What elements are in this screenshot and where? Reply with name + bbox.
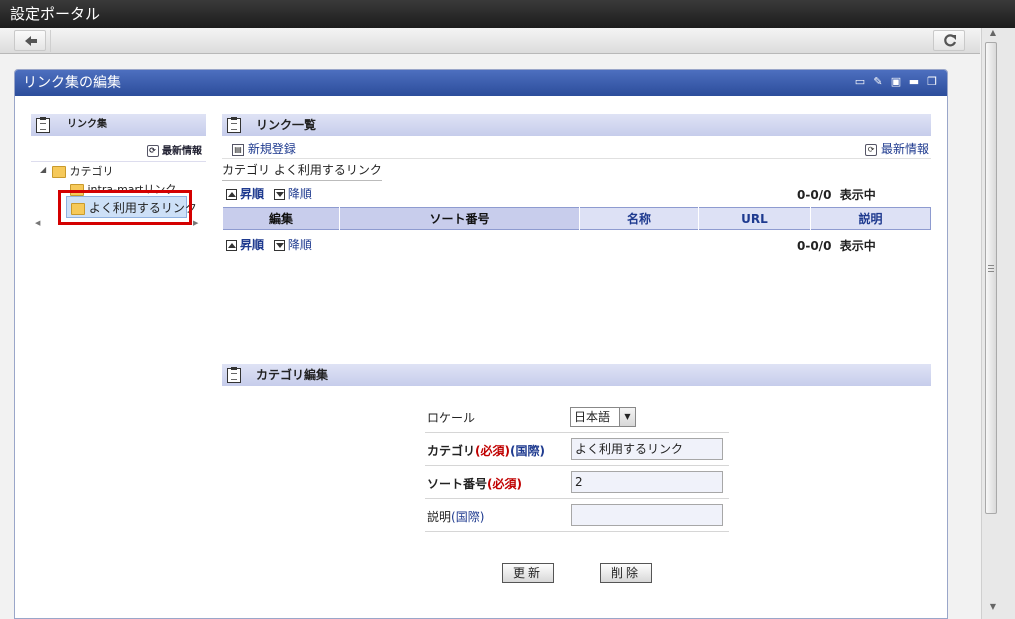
sort-descending-button[interactable]: 降順 [273,187,312,201]
tree-header: リンク集 [31,114,206,136]
sort-controls-bottom: 昇順 降順 [226,236,312,253]
new-entry-label: 新規登録 [247,142,296,156]
scrollbar-thumb[interactable] [985,42,997,514]
tree-toolbar: ⟳ 最新情報 [31,137,206,162]
international-marker[interactable]: (国際) [510,444,545,458]
category-edit-title: カテゴリ編集 [256,368,329,382]
chevron-down-icon: ▼ [619,408,635,426]
sort-number-input[interactable]: 2 [571,471,723,493]
link-table: 編集 ソート番号 名称 URL 説明 [222,207,931,230]
locale-label: ロケール [427,411,476,425]
refresh-icon: ⟳ [146,145,159,157]
portlet-header: リンク集の編集 ▭ ✎ ▣ ▬ ❐ [15,70,947,96]
sort-ascending-button[interactable]: 昇順 [226,187,264,201]
sort-desc-label: 降順 [287,238,312,252]
nav-separator [50,30,51,52]
column-header-description[interactable]: 説明 [810,207,931,230]
form-row-description: 説明(国際) [425,499,729,532]
monitor-icon[interactable]: ▭ [853,75,867,89]
portlet-controls: ▭ ✎ ▣ ▬ ❐ [853,75,939,89]
count-value: 0-0/0 [797,239,832,253]
sort-desc-label: 降順 [287,187,312,201]
sort-up-icon [226,240,237,251]
count-label: 表示中 [839,188,876,202]
required-marker: (必須) [475,444,510,458]
description-label-text: 説明 [427,510,452,524]
portlet-title: リンク集の編集 [23,75,121,91]
scroll-right-arrow-icon[interactable]: ▶ [193,219,198,227]
category-name-input[interactable]: よく利用するリンク [571,438,723,460]
minimize-icon[interactable]: ▬ [907,75,921,89]
breadcrumb: カテゴリ よく利用するリンク [222,161,382,181]
scroll-up-arrow-icon[interactable]: ▲ [986,28,1000,40]
sort-ascending-button[interactable]: 昇順 [226,238,264,252]
column-header-sort-number: ソート番号 [339,207,580,230]
tree-expand-icon[interactable]: ◢ [40,165,46,174]
column-header-url[interactable]: URL [698,207,811,230]
reload-icon [944,34,957,47]
tree-horizontal-scrollbar[interactable]: ◀ ▶ [31,218,202,230]
link-list-title: リンク一覧 [256,118,317,132]
column-header-name[interactable]: 名称 [579,207,699,230]
delete-button[interactable]: 削除 [600,563,652,583]
locale-select[interactable]: 日本語 ▼ [570,407,636,427]
sort-label-text: ソート番号 [427,477,488,491]
back-button[interactable] [14,30,46,51]
sort-down-icon [273,189,285,200]
settings-icon[interactable]: ▣ [889,75,903,89]
column-header-edit: 編集 [222,207,340,230]
category-label: カテゴリ(必須)(国際) [427,442,545,459]
sort-asc-label: 昇順 [240,187,265,201]
latest-info-label: 最新情報 [880,142,929,156]
sort-up-icon [226,189,237,200]
required-marker: (必須) [487,477,522,491]
table-header-row: 編集 ソート番号 名称 URL 説明 [222,207,931,230]
latest-info-link[interactable]: ⟳ 最新情報 [865,140,929,157]
refresh-icon: ⟳ [865,143,878,156]
scroll-down-arrow-icon[interactable]: ▼ [986,602,1000,614]
form-row-sort: ソート番号(必須) 2 [425,466,729,499]
count-label: 表示中 [839,239,876,253]
category-edit-header: カテゴリ編集 [222,364,931,386]
clipboard-icon [227,367,241,383]
link-list-header: リンク一覧 [222,114,931,136]
link-list-toolbar: ▤ 新規登録 ⟳ 最新情報 [222,137,931,159]
grip-icon [988,265,994,272]
sort-number-label: ソート番号(必須) [427,475,522,492]
form-row-category: カテゴリ(必須)(国際) よく利用するリンク [425,433,729,466]
reload-button[interactable] [933,30,965,51]
tree-latest-label: 最新情報 [162,146,202,157]
navigation-bar [0,28,980,54]
clipboard-icon [227,117,241,133]
scroll-left-arrow-icon[interactable]: ◀ [35,219,40,227]
document-icon: ▤ [232,143,244,156]
international-marker[interactable]: (国際) [451,510,484,524]
back-arrow-icon [25,36,37,46]
record-count-top: 0-0/0 表示中 [797,186,876,203]
locale-selected-value: 日本語 [574,410,611,424]
new-entry-link[interactable]: ▤ 新規登録 [232,140,296,157]
count-value: 0-0/0 [797,188,832,202]
description-label: 説明(国際) [427,508,484,525]
window-title: 設定ポータル [0,0,1015,28]
folder-icon [52,166,66,178]
clipboard-icon [36,117,50,133]
tree-root-label: カテゴリ [69,165,114,178]
category-label-text: カテゴリ [427,444,476,458]
sort-asc-label: 昇順 [240,238,265,252]
sort-descending-button[interactable]: 降順 [273,238,312,252]
sort-down-icon [273,240,285,251]
edit-pencil-icon[interactable]: ✎ [871,75,885,89]
record-count-bottom: 0-0/0 表示中 [797,237,876,254]
sort-controls-top: 昇順 降順 [226,185,312,202]
tree-latest-link[interactable]: ⟳ 最新情報 [146,142,202,157]
tree-header-title: リンク集 [67,119,107,130]
tree-root-node[interactable]: カテゴリ [52,163,114,179]
form-row-locale: ロケール 日本語 ▼ [425,400,729,433]
update-button[interactable]: 更新 [502,563,554,583]
description-input[interactable] [571,504,723,526]
vertical-scrollbar[interactable]: ▲ ▼ [981,28,1015,619]
restore-window-icon[interactable]: ❐ [925,75,939,89]
